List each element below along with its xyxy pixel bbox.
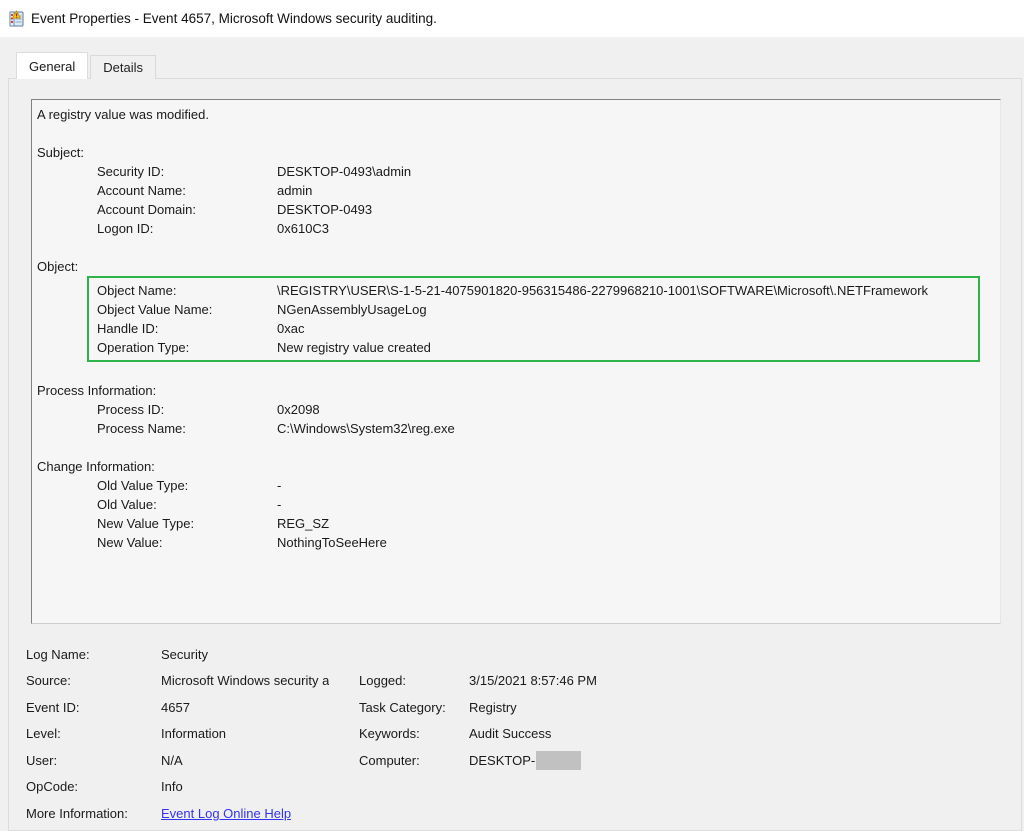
blank-line (37, 124, 992, 143)
summary-label: Event ID: (26, 700, 161, 715)
summary-label: Task Category: (359, 700, 469, 715)
summary-label: Log Name: (26, 647, 161, 662)
tab-strip: General Details (16, 52, 156, 79)
summary-value: Audit Success (469, 726, 551, 741)
summary-label: Computer: (359, 753, 469, 768)
field-value: REG_SZ (277, 514, 992, 533)
section-header: Object: (37, 257, 992, 276)
field-row: New Value Type:REG_SZ (37, 514, 992, 533)
summary-row: More Information:Event Log Online Help (26, 800, 1011, 827)
field-row: Old Value Type:- (37, 476, 992, 495)
summary-row: Computer:DESKTOP- (359, 747, 709, 774)
field-value: - (277, 476, 992, 495)
summary-label: OpCode: (26, 779, 161, 794)
field-value: 0xac (277, 319, 978, 338)
summary-label: More Information: (26, 806, 161, 821)
field-value: admin (277, 181, 992, 200)
summary-value: Information (161, 726, 226, 741)
event-summary-grid: Log Name:SecuritySource:Microsoft Window… (26, 641, 1011, 827)
highlight-box: Object Name:\REGISTRY\USER\S-1-5-21-4075… (87, 276, 980, 362)
field-value: 0x2098 (277, 400, 992, 419)
section-header: Change Information: (37, 457, 992, 476)
field-label: Account Domain: (97, 200, 277, 219)
summary-label: User: (26, 753, 161, 768)
field-value: C:\Windows\System32\reg.exe (277, 419, 992, 438)
summary-value: 4657 (161, 700, 190, 715)
summary-value: N/A (161, 753, 183, 768)
field-label: Logon ID: (97, 219, 277, 238)
summary-value: Registry (469, 700, 517, 715)
field-value: DESKTOP-0493\admin (277, 162, 992, 181)
summary-value: DESKTOP- (469, 753, 535, 768)
summary-label: Source: (26, 673, 161, 688)
field-value: \REGISTRY\USER\S-1-5-21-4075901820-95631… (277, 281, 978, 300)
summary-row: Keywords:Audit Success (359, 721, 709, 748)
field-row: Object Name:\REGISTRY\USER\S-1-5-21-4075… (89, 281, 978, 300)
summary-label: Keywords: (359, 726, 469, 741)
section-header: Subject: (37, 143, 992, 162)
summary-row: OpCode:Info (26, 774, 1011, 801)
event-description-box[interactable]: A registry value was modified. Subject:S… (31, 99, 1001, 624)
field-label: Old Value Type: (97, 476, 277, 495)
summary-right-column: Logged:3/15/2021 8:57:46 PMTask Category… (359, 668, 709, 774)
field-row: New Value:NothingToSeeHere (37, 533, 992, 552)
section-header: Process Information: (37, 381, 992, 400)
window-title: Event Properties - Event 4657, Microsoft… (31, 11, 437, 26)
event-log-online-help-link[interactable]: Event Log Online Help (161, 806, 291, 821)
section-rows: Process ID:0x2098Process Name:C:\Windows… (37, 400, 992, 438)
blank-line (37, 238, 992, 257)
field-label: Handle ID: (97, 319, 277, 338)
field-label: Security ID: (97, 162, 277, 181)
field-value: New registry value created (277, 338, 978, 357)
field-label: Account Name: (97, 181, 277, 200)
field-label: Operation Type: (97, 338, 277, 357)
field-label: Object Name: (97, 281, 277, 300)
field-label: Process ID: (97, 400, 277, 419)
field-row: Account Name:admin (37, 181, 992, 200)
description-sections: Subject:Security ID:DESKTOP-0493\adminAc… (37, 124, 992, 552)
event-log-icon (8, 10, 25, 27)
field-row: Object Value Name:NGenAssemblyUsageLog (89, 300, 978, 319)
field-row: Account Domain:DESKTOP-0493 (37, 200, 992, 219)
general-tab-page: A registry value was modified. Subject:S… (8, 78, 1022, 831)
field-row: Old Value:- (37, 495, 992, 514)
field-label: Process Name: (97, 419, 277, 438)
field-row: Process Name:C:\Windows\System32\reg.exe (37, 419, 992, 438)
window-titlebar: Event Properties - Event 4657, Microsoft… (0, 0, 1024, 37)
summary-row: Logged:3/15/2021 8:57:46 PM (359, 668, 709, 695)
section-rows: Security ID:DESKTOP-0493\adminAccount Na… (37, 162, 992, 238)
redaction-box (536, 751, 581, 770)
field-row: Security ID:DESKTOP-0493\admin (37, 162, 992, 181)
field-label: Old Value: (97, 495, 277, 514)
field-value: 0x610C3 (277, 219, 992, 238)
event-description-intro: A registry value was modified. (37, 105, 992, 124)
field-label: New Value Type: (97, 514, 277, 533)
tab-details[interactable]: Details (90, 55, 156, 79)
summary-label: Logged: (359, 673, 469, 688)
field-value: DESKTOP-0493 (277, 200, 992, 219)
field-row: Handle ID:0xac (89, 319, 978, 338)
summary-value: Security (161, 647, 208, 662)
field-value: NGenAssemblyUsageLog (277, 300, 978, 319)
summary-row: Task Category:Registry (359, 694, 709, 721)
field-row: Operation Type:New registry value create… (89, 338, 978, 357)
field-value: - (277, 495, 992, 514)
blank-line (37, 362, 992, 381)
tab-general[interactable]: General (16, 52, 88, 79)
field-row: Logon ID:0x610C3 (37, 219, 992, 238)
summary-label: Level: (26, 726, 161, 741)
summary-row: Log Name:Security (26, 641, 1011, 668)
summary-value: Microsoft Windows security a (161, 673, 329, 688)
field-label: New Value: (97, 533, 277, 552)
field-row: Process ID:0x2098 (37, 400, 992, 419)
field-label: Object Value Name: (97, 300, 277, 319)
blank-line (37, 438, 992, 457)
summary-value: Info (161, 779, 183, 794)
field-value: NothingToSeeHere (277, 533, 992, 552)
section-rows: Old Value Type:-Old Value:-New Value Typ… (37, 476, 992, 552)
summary-value: 3/15/2021 8:57:46 PM (469, 673, 597, 688)
